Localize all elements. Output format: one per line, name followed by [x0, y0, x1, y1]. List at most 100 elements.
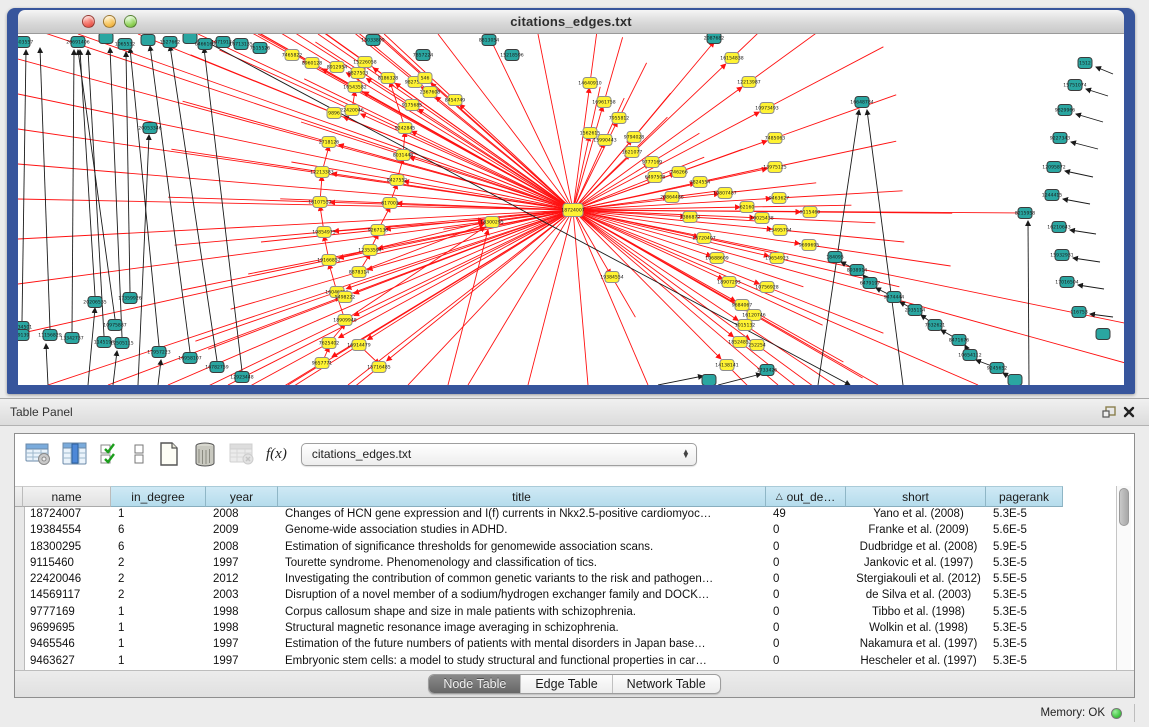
graph-edge[interactable]	[183, 343, 329, 385]
graph-edge[interactable]	[779, 191, 903, 198]
graph-node-teal[interactable]: 6479197	[860, 278, 881, 289]
table-cell[interactable]: 1997	[208, 637, 280, 653]
table-cell[interactable]: 14569117	[25, 588, 113, 604]
graph-node-yellow[interactable]: 9827503	[348, 68, 369, 79]
graph-node-yellow[interactable]: 62160	[740, 202, 755, 213]
vertical-scrollbar[interactable]	[1116, 486, 1131, 670]
graph-node-yellow[interactable]: 7955812	[609, 113, 630, 124]
graph-node-teal[interactable]: 8938914	[847, 265, 868, 276]
table-cell[interactable]: 5.9E-5	[988, 540, 1065, 556]
table-row[interactable]: 1830029562008Estimation of significance …	[15, 540, 1065, 556]
graph-edge[interactable]	[18, 210, 573, 334]
clear-selection-icon[interactable]	[132, 442, 146, 466]
table-cell[interactable]: 1998	[208, 605, 280, 621]
graph-node-teal[interactable]: 16782759	[205, 362, 228, 373]
graph-edge[interactable]	[1065, 171, 1093, 177]
graph-node-yellow[interactable]: 8878314	[349, 267, 370, 278]
window-titlebar[interactable]: citations_edges.txt	[18, 10, 1124, 34]
graph-edge[interactable]	[1028, 221, 1029, 385]
graph-node-teal[interactable]: 8215958	[1015, 208, 1036, 219]
graph-node-teal[interactable]: 20691406	[66, 37, 89, 48]
table-cell[interactable]: Yano et al. (2008)	[848, 507, 988, 523]
graph-node-teal[interactable]: 2087682	[704, 34, 725, 44]
graph-node-teal[interactable]: 8471676	[949, 335, 970, 346]
column-header-in_degree[interactable]: in_degree	[111, 486, 206, 507]
table-cell[interactable]: 0	[768, 556, 848, 572]
graph-node-teal[interactable]: 16033809	[361, 35, 384, 46]
graph-edge[interactable]	[775, 141, 896, 167]
table-row[interactable]: 911546021997Tourette syndrome. Phenomeno…	[15, 556, 1065, 572]
table-cell[interactable]: 5.5E-5	[988, 572, 1065, 588]
graph-edge[interactable]	[18, 199, 573, 210]
graph-edge[interactable]	[168, 210, 573, 385]
tab-edge-table[interactable]: Edge Table	[521, 675, 612, 693]
graph-node-yellow[interactable]: 16154838	[720, 53, 743, 64]
graph-edge[interactable]	[183, 101, 329, 142]
graph-edge[interactable]	[590, 34, 600, 83]
graph-node-yellow[interactable]: 3824554	[690, 177, 711, 188]
table-cell[interactable]: Estimation of the future numbers of pati…	[280, 637, 768, 653]
graph-edge[interactable]	[749, 34, 855, 82]
table-cell[interactable]: 5.3E-5	[988, 654, 1065, 670]
graph-node-yellow[interactable]: 9175685	[402, 100, 423, 111]
graph-edge[interactable]	[747, 205, 851, 207]
graph-node-teal[interactable]: 15218596	[500, 50, 523, 61]
citation-graph[interactable]: 7465822896012889129541522605898275038186…	[18, 34, 1124, 385]
table-cell[interactable]: 9777169	[25, 605, 113, 621]
table-cell[interactable]: Disruption of a novel member of a sodium…	[280, 588, 768, 604]
table-cell[interactable]: 6	[113, 523, 208, 539]
table-cell[interactable]: 19384554	[25, 523, 113, 539]
table-cell[interactable]: Genome-wide association studies in ADHD.	[280, 523, 768, 539]
table-row[interactable]: 969969511998Structural magnetic resonanc…	[15, 621, 1065, 637]
select-all-icon[interactable]	[99, 442, 121, 466]
graph-edge[interactable]	[528, 210, 573, 385]
graph-node-teal[interactable]: 16210643	[1047, 222, 1070, 233]
graph-edge[interactable]	[175, 232, 324, 245]
table-cell[interactable]: 2012	[208, 572, 280, 588]
table-cell[interactable]: 0	[768, 654, 848, 670]
table-cell[interactable]: 2003	[208, 588, 280, 604]
table-cell[interactable]: Nakamura et al. (1997)	[848, 637, 988, 653]
graph-node-yellow[interactable]: 546	[418, 73, 432, 84]
table-cell[interactable]: 9699695	[25, 621, 113, 637]
graph-node-yellow[interactable]: 7625402	[319, 338, 340, 349]
table-row[interactable]: 1456911722003Disruption of a novel membe…	[15, 588, 1065, 604]
graph-node-teal[interactable]: 2935114	[905, 305, 926, 316]
table-mode-icon[interactable]	[25, 442, 51, 466]
graph-edge[interactable]	[438, 34, 573, 210]
graph-node-teal[interactable]: 13342737	[60, 333, 83, 344]
table-cell[interactable]: Embryonic stem cells: a model to study s…	[280, 654, 768, 670]
graph-edge[interactable]	[725, 183, 816, 193]
column-header-year[interactable]: year	[206, 486, 278, 507]
graph-node-yellow[interactable]: 5498222	[335, 292, 356, 303]
graph-node-teal[interactable]: 17016504	[1055, 277, 1078, 288]
graph-node-teal[interactable]: 184095	[826, 252, 844, 263]
graph-edge[interactable]	[573, 210, 1124, 324]
float-panel-icon[interactable]	[1099, 403, 1119, 421]
table-row[interactable]: 1872400712008Changes of HCN gene express…	[15, 507, 1065, 523]
graph-node-teal[interactable]: 17359926	[118, 293, 141, 304]
table-cell[interactable]: 0	[768, 588, 848, 604]
graph-edge[interactable]	[1086, 89, 1108, 96]
graph-node-yellow[interactable]: 9794028	[624, 132, 645, 143]
table-cell[interactable]: 1998	[208, 621, 280, 637]
graph-node-yellow[interactable]: 9684067	[732, 300, 753, 311]
graph-node-yellow[interactable]: 9657771	[312, 358, 333, 369]
table-row[interactable]: 1938455462009Genome-wide association stu…	[15, 523, 1065, 539]
graph-node-teal[interactable]: 16648784	[850, 97, 873, 108]
graph-node-teal[interactable]: 39139	[18, 330, 29, 341]
table-cell[interactable]: 9115460	[25, 556, 113, 572]
column-header-pagerank[interactable]: pagerank	[986, 486, 1063, 507]
table-cell[interactable]: 49	[768, 507, 848, 523]
table-cell[interactable]: Jankovic et al. (1997)	[848, 556, 988, 572]
table-cell[interactable]: Dudbridge et al. (2008)	[848, 540, 988, 556]
table-cell[interactable]: 5.3E-5	[988, 605, 1065, 621]
table-cell[interactable]: 0	[768, 605, 848, 621]
graph-node-teal[interactable]: 1065532	[115, 39, 136, 50]
graph-edge[interactable]	[658, 376, 703, 385]
graph-edge[interactable]	[138, 135, 149, 385]
table-cell[interactable]: 5.3E-5	[988, 588, 1065, 604]
graph-edge[interactable]	[22, 50, 26, 321]
graph-node-yellow[interactable]: 10807487	[713, 188, 736, 199]
graph-node-yellow[interactable]: 12213987	[737, 77, 760, 88]
